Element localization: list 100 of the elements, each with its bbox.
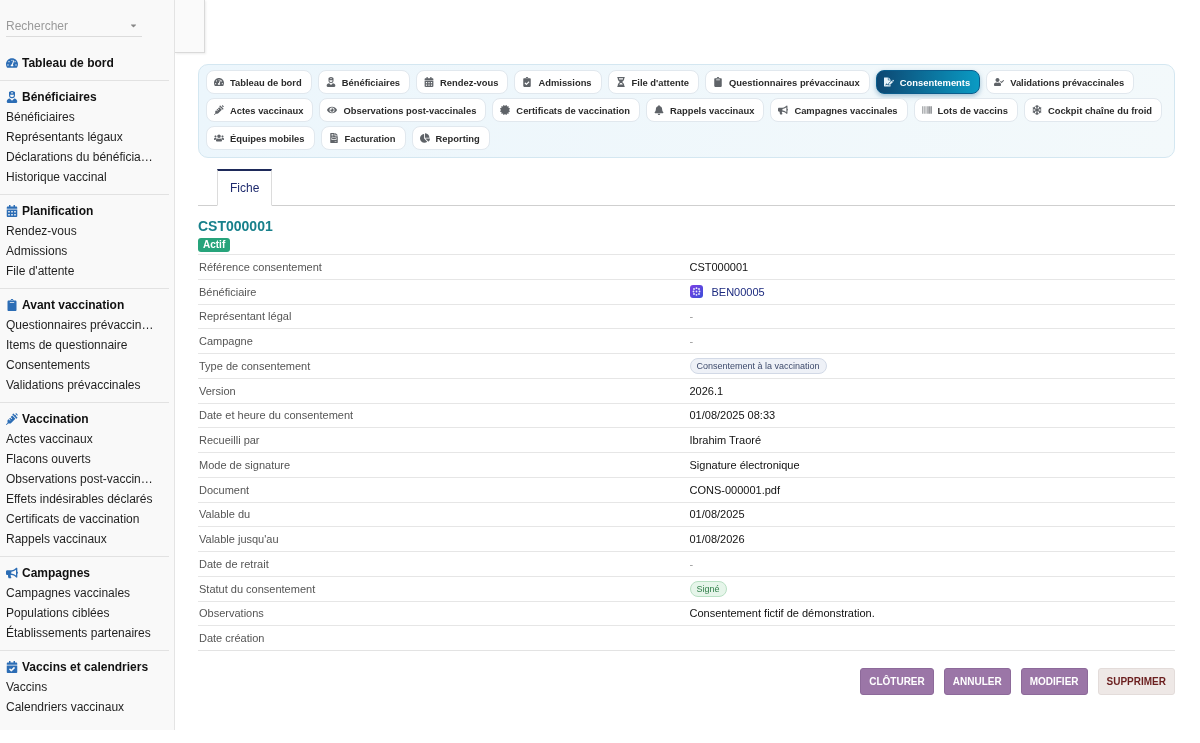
sidebar-heading[interactable]: Planification [0,201,169,221]
action-button[interactable]: ANNULER [943,668,1011,695]
people-icon [214,133,224,143]
field-label: Type de consentement [199,359,311,372]
gauge-icon [6,57,18,69]
gauge-icon [214,77,224,87]
nav-chip[interactable]: Reporting [411,126,490,150]
sidebar-item[interactable]: Rendez-vous [0,221,169,241]
record-link[interactable]: BEN00005 [711,285,765,298]
nav-chip[interactable]: Bénéficiaires [317,70,411,94]
field-label: Statut du consentement [199,582,316,595]
clipboard-icon [6,299,18,311]
field-value: CONS-000001.pdf [689,483,780,496]
sidebar-heading[interactable]: Campagnes [0,563,169,583]
record-tab[interactable]: Fiche [217,169,273,206]
field-label: Date création [199,632,265,645]
megaphone-icon [6,567,18,579]
field-value: Consentement fictif de démonstration. [689,607,875,620]
sidebar-heading[interactable]: Bénéficiaires [0,87,169,107]
sidebar-item[interactable]: Représentants légaux [0,127,169,147]
eye-icon [327,105,338,115]
field-value: 2026.1 [689,384,724,397]
field-label: Représentant légal [199,310,292,323]
document-pen-icon [883,77,894,87]
sidebar-item[interactable]: Populations ciblées [0,603,169,623]
sidebar-item[interactable]: File d'attente [0,261,169,281]
sidebar-item[interactable]: Effets indésirables déclarés [0,489,169,509]
megaphone-icon [778,105,789,115]
sidebar-heading[interactable]: Vaccins et calendriers [0,657,169,677]
field-label: Date et heure du consentement [199,409,354,422]
nav-chip[interactable]: Tableau de bord [206,70,312,94]
sidebar-item[interactable]: Consentements [0,355,169,375]
nav-chip[interactable]: Validations prévaccinales [986,70,1135,94]
sidebar-item[interactable]: Items de questionnaire [0,335,169,355]
nav-chip[interactable]: Actes vaccinaux [206,98,314,122]
invoice-icon [328,133,339,143]
field-label: Mode de signature [199,458,291,471]
calendar-icon [6,205,18,217]
sidebar-item[interactable]: Historique vaccinal [0,167,169,187]
sidebar-item[interactable]: Bénéficiaires [0,107,169,127]
sidebar-item[interactable]: Validations prévaccinales [0,375,169,395]
type-tag: Consentement à la vaccination [689,357,827,374]
nav-chip[interactable]: Équipes mobiles [206,126,315,150]
sidebar-item[interactable]: Questionnaires prévaccin… [0,315,169,335]
sidebar-item[interactable]: Admissions [0,241,169,261]
user-check-icon [994,77,1005,87]
field-value: 01/08/2025 [689,508,745,521]
field-label: Référence consentement [199,260,322,273]
calendar-check-icon [6,661,18,673]
sidebar-item[interactable]: Calendriers vaccinaux [0,697,169,717]
nav-chip[interactable]: Campagnes vaccinales [770,98,908,122]
field-label: Observations [199,607,264,620]
person-icon [325,77,336,87]
field-label: Recueilli par [199,434,260,447]
nav-chip[interactable]: Cockpit chaîne du froid [1023,98,1163,122]
sidebar-item[interactable]: Vaccins [0,677,169,697]
status-badge: Actif [198,238,231,252]
hourglass-icon [615,77,626,87]
calendar-icon [424,77,435,87]
nav-chip[interactable]: File d'attente [607,70,700,94]
sidebar-item[interactable]: Flacons ouverts [0,449,169,469]
field-label: Document [199,483,250,496]
field-value: Signature électronique [689,458,800,471]
nav-chip[interactable]: Lots de vaccins [913,98,1018,122]
sidebar-item[interactable]: Observations post-vaccin… [0,469,169,489]
action-button[interactable]: MODIFIER [1020,668,1088,695]
status-tag: Signé [689,580,727,597]
sidebar-item[interactable]: Établissements partenaires [0,623,169,643]
sidebar-item[interactable]: Campagnes vaccinales [0,583,169,603]
nav-chip[interactable]: Admissions [514,70,602,94]
sidebar-heading[interactable]: Avant vaccination [0,295,169,315]
sidebar-item[interactable]: Rappels vaccinaux [0,529,169,549]
field-value: 01/08/2026 [689,533,745,546]
caret-icon [129,21,138,30]
pie-chart-icon [419,133,430,143]
seal-icon [500,105,511,115]
nav-chip[interactable]: Observations post-vaccinales [319,98,487,122]
nav-chip[interactable]: Facturation [320,126,406,150]
sidebar-item[interactable]: Certificats de vaccination [0,509,169,529]
syringe-icon [214,105,224,115]
sidebar-heading[interactable]: Tableau de bord [0,53,169,73]
clipboard-check-icon [522,77,533,87]
empty-value: - [689,310,694,323]
nav-chip[interactable]: Rappels vaccinaux [645,98,765,122]
field-label: Version [199,384,236,397]
empty-value: - [689,335,694,348]
action-button[interactable]: CLÔTURER [860,668,934,695]
sidebar-item[interactable]: Actes vaccinaux [0,429,169,449]
action-button[interactable]: SUPPRIMER [1097,668,1175,695]
sidebar-item[interactable]: Déclarations du bénéficia… [0,147,169,167]
empty-value: - [689,557,694,570]
app-tile-icon [689,285,703,299]
nav-chip[interactable]: Questionnaires prévaccinaux [705,70,870,94]
search-field[interactable]: Rechercher [6,15,142,37]
field-label: Bénéficiaire [199,285,257,298]
nav-chip[interactable]: Certificats de vaccination [492,98,640,122]
nav-chip[interactable]: Consentements [875,70,981,94]
sidebar-heading[interactable]: Vaccination [0,409,169,429]
nav-chip[interactable]: Rendez-vous [416,70,509,94]
field-value: Ibrahim Traoré [689,434,762,447]
